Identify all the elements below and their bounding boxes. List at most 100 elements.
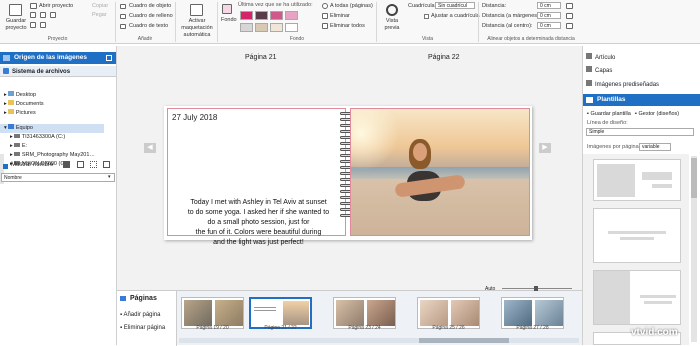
view-large-icon[interactable]	[63, 161, 70, 168]
template-thumb-2[interactable]	[593, 208, 681, 263]
tree-item-desktop[interactable]: ▸ Desktop	[4, 91, 36, 100]
template-list	[583, 154, 689, 345]
show-name-checkbox[interactable]	[3, 164, 8, 169]
person-face	[413, 143, 427, 161]
copy-button[interactable]: Copiar	[92, 3, 108, 10]
color-swatch[interactable]	[255, 11, 268, 20]
auto-layout-button[interactable]: Activar maquetación automática	[178, 18, 216, 39]
folder-icon	[3, 55, 10, 61]
view-medium-icon[interactable]	[77, 161, 84, 168]
background-button[interactable]: Fondo	[221, 17, 237, 24]
view-list-icon[interactable]	[103, 161, 110, 168]
distance-margins-input[interactable]: 0 cm	[537, 12, 561, 19]
chevron-down-icon[interactable]: ▾	[108, 174, 111, 180]
settings-icon[interactable]	[106, 55, 112, 61]
template-thumb-1[interactable]	[593, 159, 681, 201]
article-tab[interactable]: Artículo	[586, 53, 615, 64]
pages-title: Páginas	[130, 295, 157, 302]
group-project-label: Proyecto	[47, 36, 68, 42]
distance-label: Distancia:	[482, 3, 507, 9]
color-swatch[interactable]	[270, 11, 283, 20]
last-used-label: Última vez que se ha utilizado:	[238, 2, 313, 8]
prev-page-button[interactable]: ◀	[144, 143, 156, 153]
grid-select[interactable]: Sin cuadrícul	[435, 2, 475, 9]
tree-drive-srm[interactable]: ▸ SRM_Photography May201…	[10, 151, 95, 160]
delete-page-button[interactable]: ▪ Eliminar página	[120, 325, 165, 331]
color-swatch[interactable]	[285, 23, 298, 32]
snap-grid-label: Ajustar a cuadrícula	[431, 13, 480, 19]
undo-icon[interactable]	[50, 12, 56, 18]
color-swatch[interactable]	[240, 11, 253, 20]
background-icon[interactable]	[222, 4, 232, 14]
sort-select[interactable]: Nombre	[1, 173, 115, 182]
page-thumb-23-24-label: Página 23 / 24	[348, 325, 381, 331]
align-icon-2[interactable]	[566, 13, 573, 19]
group-background-label: Fondo	[289, 36, 305, 42]
manager-button[interactable]: ▪ Gestor (diseños)	[635, 111, 679, 117]
page-thumb-27-28-label: Página 27 / 28	[516, 325, 549, 331]
snap-grid-checkbox[interactable]	[424, 14, 429, 19]
distance-input[interactable]: 0 cm	[537, 2, 561, 9]
preview-button[interactable]: Vista previa	[381, 18, 403, 32]
templates-tab[interactable]: Plantillas	[583, 94, 700, 106]
open-project-icon[interactable]	[30, 3, 37, 9]
tree-item-computer[interactable]: ▾ Equipo	[4, 124, 33, 133]
tree-drive-c[interactable]: ▸ TI31463300A (C:)	[10, 133, 65, 142]
file-system-tab[interactable]: Sistema de archivos	[12, 67, 70, 77]
color-swatch[interactable]	[255, 23, 268, 32]
auto-layout-icon[interactable]	[190, 4, 203, 16]
save-project-icon[interactable]	[9, 4, 22, 16]
properties-panel: Artículo Capas Imágenes prediseñadas Pla…	[582, 46, 700, 345]
eye-icon[interactable]	[386, 4, 398, 16]
photo-box-button[interactable]: Cuadro de objeto	[129, 3, 171, 10]
images-per-page-select[interactable]: variable	[639, 143, 671, 151]
text-box-button[interactable]: Cuadro de texto	[129, 23, 168, 30]
date-text[interactable]: 27 July 2018	[172, 113, 217, 122]
left-page[interactable]: 27 July 2018 Today I met with Ashley in …	[167, 108, 346, 246]
grid-label: Cuadrícula:	[408, 3, 437, 9]
delete-button[interactable]: Eliminar	[330, 13, 350, 20]
story-text[interactable]: Today I met with Ashley in Tel Aviv at s…	[176, 198, 341, 248]
new-doc-icon[interactable]	[30, 12, 36, 18]
template-thumb-3[interactable]	[593, 270, 681, 325]
export-icon[interactable]	[40, 12, 46, 18]
image-source-panel: Origen de las imágenes Sistema de archiv…	[0, 46, 117, 345]
ribbon-toolbar: Guardar proyecto Abrir proyecto Copiar P…	[0, 0, 700, 44]
design-line-label: Línea de diseño:	[587, 120, 628, 126]
zoom-slider-handle[interactable]	[534, 286, 538, 291]
save-project-button[interactable]: Guardar proyecto	[3, 18, 29, 32]
color-swatch[interactable]	[270, 23, 283, 32]
template-scrollbar[interactable]	[691, 156, 697, 342]
page-right-label: Página 22	[428, 54, 460, 61]
page-thumb-19-20-label: Página 19 / 20	[196, 325, 229, 331]
page-thumb-25-26-label: Página 25 / 26	[432, 325, 465, 331]
tree-item-pictures[interactable]: ▸ Pictures	[4, 109, 36, 118]
text-box-icon	[120, 24, 126, 29]
next-page-button[interactable]: ▶	[539, 143, 551, 153]
open-project-button[interactable]: Abrir proyecto	[39, 3, 73, 10]
delete-all-button[interactable]: Eliminar todos	[330, 23, 365, 30]
thumbs-scrollbar[interactable]	[179, 338, 579, 343]
design-line-select[interactable]: Simple	[586, 128, 694, 136]
group-view-label: Vista	[421, 36, 434, 42]
redo-icon[interactable]	[30, 22, 36, 28]
distance-center-input[interactable]: 0 cm	[537, 22, 561, 29]
add-page-button[interactable]: ▪ Añadir página	[120, 312, 161, 318]
paste-button[interactable]: Pegar	[92, 12, 107, 19]
tree-drive-e[interactable]: ▸ E:	[10, 142, 27, 151]
to-all-pages-button[interactable]: A todas (páginas)	[330, 3, 373, 10]
color-swatch[interactable]	[285, 11, 298, 20]
presets-tab[interactable]: Imágenes prediseñadas	[586, 80, 659, 91]
layers-tab[interactable]: Capas	[586, 66, 612, 77]
view-small-icon[interactable]	[90, 161, 97, 168]
page-canvas: Página 21 Página 22 ◀ ▶ 27 July 2018 Tod…	[117, 46, 582, 290]
print-icon[interactable]	[40, 22, 46, 28]
file-system-icon	[3, 68, 9, 74]
color-swatch[interactable]	[240, 23, 253, 32]
align-icon-1[interactable]	[566, 3, 573, 9]
fill-box-button[interactable]: Cuadro de relleno	[129, 13, 173, 20]
photo-frame[interactable]	[350, 108, 530, 236]
align-icon-3[interactable]	[566, 23, 573, 29]
save-template-button[interactable]: ▪ Guardar plantilla	[587, 111, 631, 117]
tree-item-documents[interactable]: ▸ Documents	[4, 100, 44, 109]
